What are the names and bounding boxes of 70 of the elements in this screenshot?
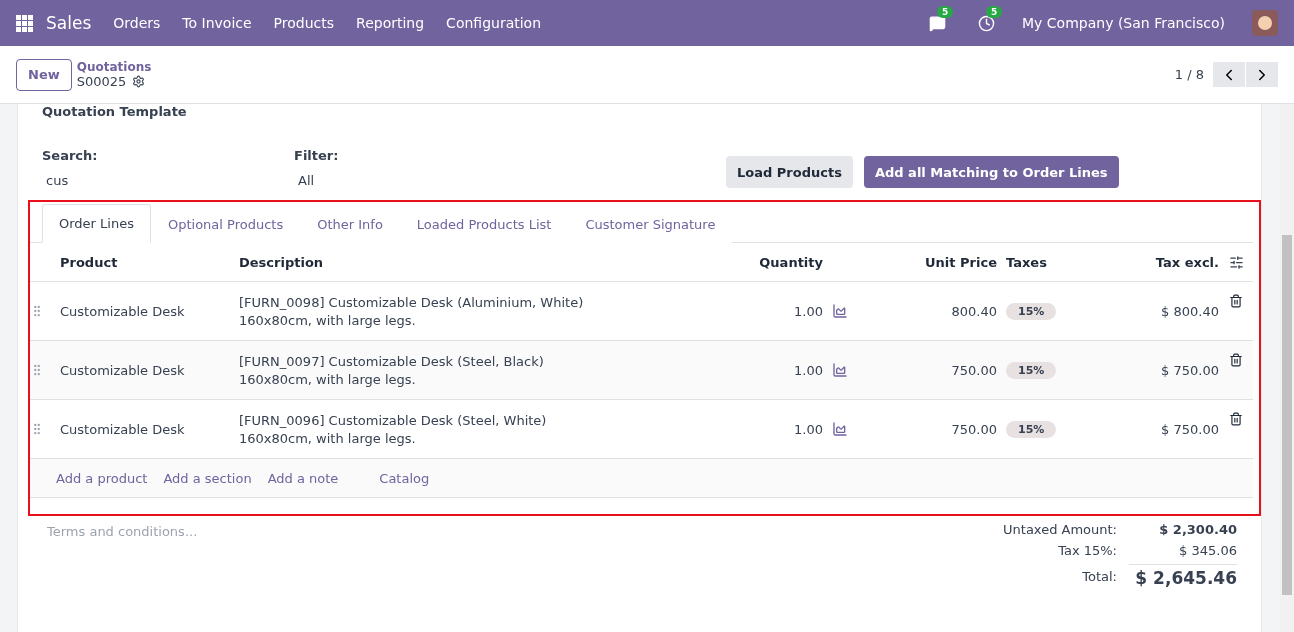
column-header[interactable]: Taxes [997,254,1104,270]
description-cell[interactable]: [FURN_0096] Customizable Desk (Steel, White) 160x80cm, with large legs. [235,412,694,446]
column-header[interactable]: Description [235,254,694,270]
delete-icon[interactable] [1229,294,1243,308]
add-line-link[interactable]: Catalog [379,470,430,486]
total-value: $ 345.06 [1178,543,1237,558]
quantity-cell[interactable]: 1.00 [794,362,823,378]
forecast-chart-icon[interactable] [832,362,848,378]
pager-counter[interactable]: 1 / 8 [1174,67,1204,82]
column-settings-icon[interactable] [1228,254,1244,270]
description-cell[interactable]: [FURN_0098] Customizable Desk (Aluminium, White) 160x80cm, with large legs. [235,294,694,328]
tax-tag[interactable]: 15% [1006,420,1057,438]
column-header[interactable]: Quantity [759,254,823,270]
clock-icon[interactable] [978,14,996,32]
unit-price-cell[interactable]: 800.40 [854,303,997,319]
column-header[interactable]: Unit Price [854,254,997,270]
add-line-link[interactable]: Add a section [163,470,252,486]
search-field[interactable]: cus [42,173,294,188]
column-header[interactable]: Tax excl. [1104,254,1219,270]
forecast-chart-icon[interactable] [832,421,848,437]
total-label: Untaxed Amount: [1003,522,1117,537]
app-menu-icon[interactable] [16,14,33,32]
total-value: $ 2,300.40 [1158,522,1237,537]
subtotal-cell-text: $ 800.40 [1160,303,1219,319]
next-button[interactable] [1246,62,1278,87]
tax-tag[interactable]: 15% [1006,361,1057,379]
delete-icon[interactable] [1229,412,1243,426]
scrollbar-thumb[interactable] [1282,235,1292,595]
subtotal-cell-text: $ 750.00 [1160,362,1219,378]
tab[interactable]: Order Lines [42,204,151,243]
forecast-chart-icon[interactable] [832,303,848,319]
product-cell[interactable]: Customizable Desk [56,421,235,437]
app-name[interactable]: Sales [37,13,101,33]
total-label: Tax 15%: [1057,543,1117,558]
product-cell[interactable]: Customizable Desk [56,362,235,378]
description-cell[interactable]: [FURN_0097] Customizable Desk (Steel, Black) 160x80cm, with large legs. [235,353,694,387]
previous-button[interactable] [1213,62,1245,87]
menu-item[interactable]: To Invoice [173,15,261,31]
column-header[interactable]: Product [56,254,235,270]
company-switcher[interactable]: My Company (San Francisco) [1013,15,1234,31]
tax-tag[interactable]: 15% [1006,302,1057,320]
record-name: S00025 [76,74,127,89]
user-avatar[interactable] [1252,10,1278,36]
field-label: Filter: [294,148,340,163]
delete-icon[interactable] [1229,353,1243,367]
subtotal-cell-text: $ 750.00 [1160,421,1219,437]
total-value: $ 2,645.46 [1129,564,1237,588]
load-products-button[interactable]: Load Products [726,156,853,188]
add-line-link[interactable]: Add a note [267,470,339,486]
menu-item[interactable]: Products [264,15,344,31]
filter-field[interactable]: All [294,173,546,188]
settings-icon[interactable] [132,75,146,88]
menu-item[interactable]: Orders [104,15,170,31]
breadcrumb-link[interactable]: Quotations [76,60,152,74]
new-button[interactable]: New [16,58,72,91]
field-label: Search: [42,148,99,163]
quantity-cell[interactable]: 1.00 [794,421,823,437]
unit-price-cell[interactable]: 750.00 [854,362,997,378]
add-line-link[interactable]: Add a product [56,470,148,486]
total-label: Total: [1081,568,1117,584]
menu-item[interactable]: Reporting [347,15,434,31]
menu-item[interactable]: Configuration [437,15,551,31]
section-title: Quotation Template [42,104,187,121]
chat-icon[interactable] [929,14,947,32]
quantity-cell[interactable]: 1.00 [794,303,823,319]
count-badge: 5 [986,5,1003,18]
count-badge: 5 [937,5,954,18]
add-matching-button[interactable]: Add all Matching to Order Lines [863,156,1119,188]
unit-price-cell[interactable]: 750.00 [854,421,997,437]
product-cell[interactable]: Customizable Desk [56,303,235,319]
